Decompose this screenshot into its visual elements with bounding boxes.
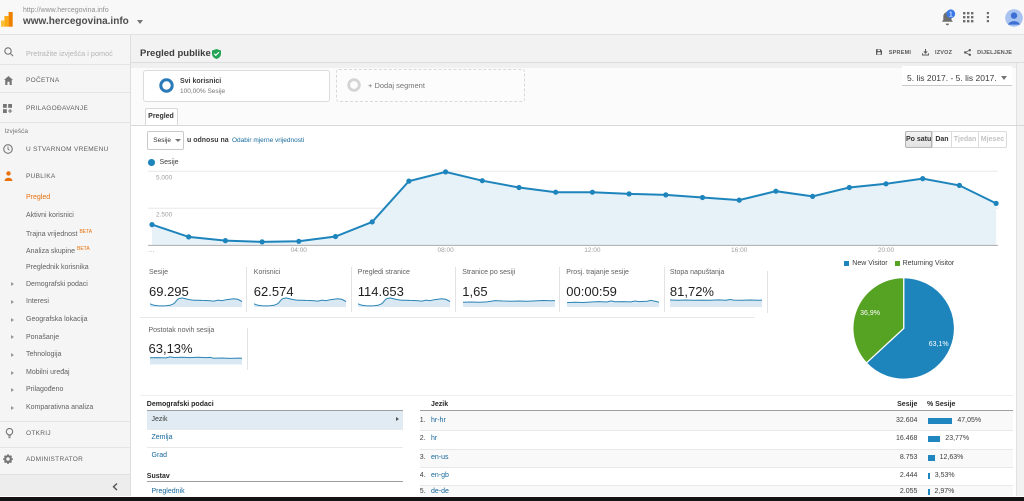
svg-text:08:00: 08:00 <box>437 247 454 254</box>
svg-text:04:00: 04:00 <box>291 247 308 254</box>
svg-text:12:00: 12:00 <box>584 247 601 254</box>
svg-text:5.000: 5.000 <box>156 175 173 182</box>
svg-text:2.500: 2.500 <box>156 212 173 219</box>
svg-text:…: … <box>148 247 155 254</box>
svg-text:20:00: 20:00 <box>878 247 895 254</box>
svg-text:1: 1 <box>949 10 953 19</box>
svg-text:63,1%: 63,1% <box>928 341 948 348</box>
svg-text:16:00: 16:00 <box>731 247 748 254</box>
svg-text:36,9%: 36,9% <box>860 310 880 317</box>
